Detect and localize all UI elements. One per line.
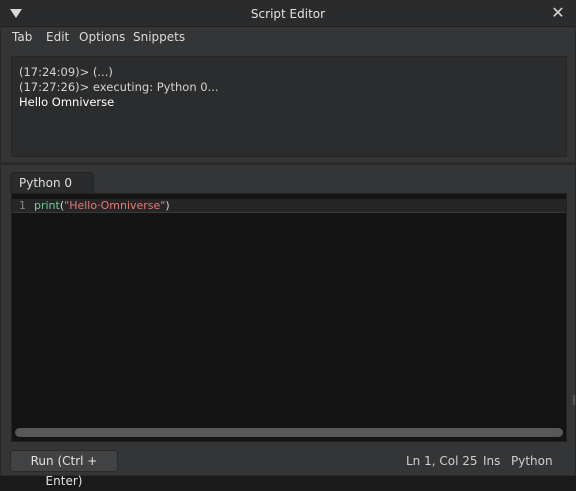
menu-item-edit[interactable]: Edit	[46, 30, 69, 44]
resize-handle[interactable]	[573, 395, 575, 405]
menu-item-options[interactable]: Options	[79, 30, 125, 44]
run-button[interactable]: Run (Ctrl + Enter)	[10, 450, 118, 488]
horizontal-scrollbar[interactable]	[15, 428, 563, 437]
close-icon[interactable]: ✕	[549, 4, 567, 22]
window-title: Script Editor	[250, 7, 326, 21]
code-paren-close: )	[165, 199, 170, 212]
menu-item-snippets[interactable]: Snippets	[133, 30, 185, 44]
insert-mode: Ins	[483, 454, 501, 468]
output-line: (17:24:09)> (...)	[19, 65, 113, 79]
output-line: (17:27:26)> executing: Python 0...	[19, 80, 219, 94]
output-console[interactable]: (17:24:09)> (...) (17:27:26)> executing:…	[11, 56, 567, 157]
code-string: "Hello·Omniverse"	[64, 199, 166, 212]
tab-python-0[interactable]: Python 0	[10, 172, 94, 193]
status-bar: Run (Ctrl + Enter) Ln 1, Col 25 Ins Pyth…	[1, 447, 575, 488]
language-label[interactable]: Python	[511, 454, 553, 468]
title-bar[interactable]: Script Editor ✕	[1, 1, 575, 27]
output-line: Hello Omniverse	[19, 95, 115, 109]
panel-splitter[interactable]	[1, 162, 575, 165]
menu-item-tab[interactable]: Tab	[12, 30, 32, 44]
code-editor[interactable]: 1 print("Hello·Omniverse")	[11, 193, 567, 442]
menu-bar: Tab Edit Options Snippets	[1, 27, 575, 49]
script-editor-window: Script Editor ✕ Tab Edit Options Snippet…	[0, 0, 576, 488]
line-number: 1	[19, 199, 26, 212]
code-line[interactable]: 1 print("Hello·Omniverse")	[12, 199, 566, 213]
code-text[interactable]: print("Hello·Omniverse")	[34, 199, 170, 213]
code-keyword: print	[34, 199, 60, 212]
cursor-position: Ln 1, Col 25	[406, 454, 478, 468]
